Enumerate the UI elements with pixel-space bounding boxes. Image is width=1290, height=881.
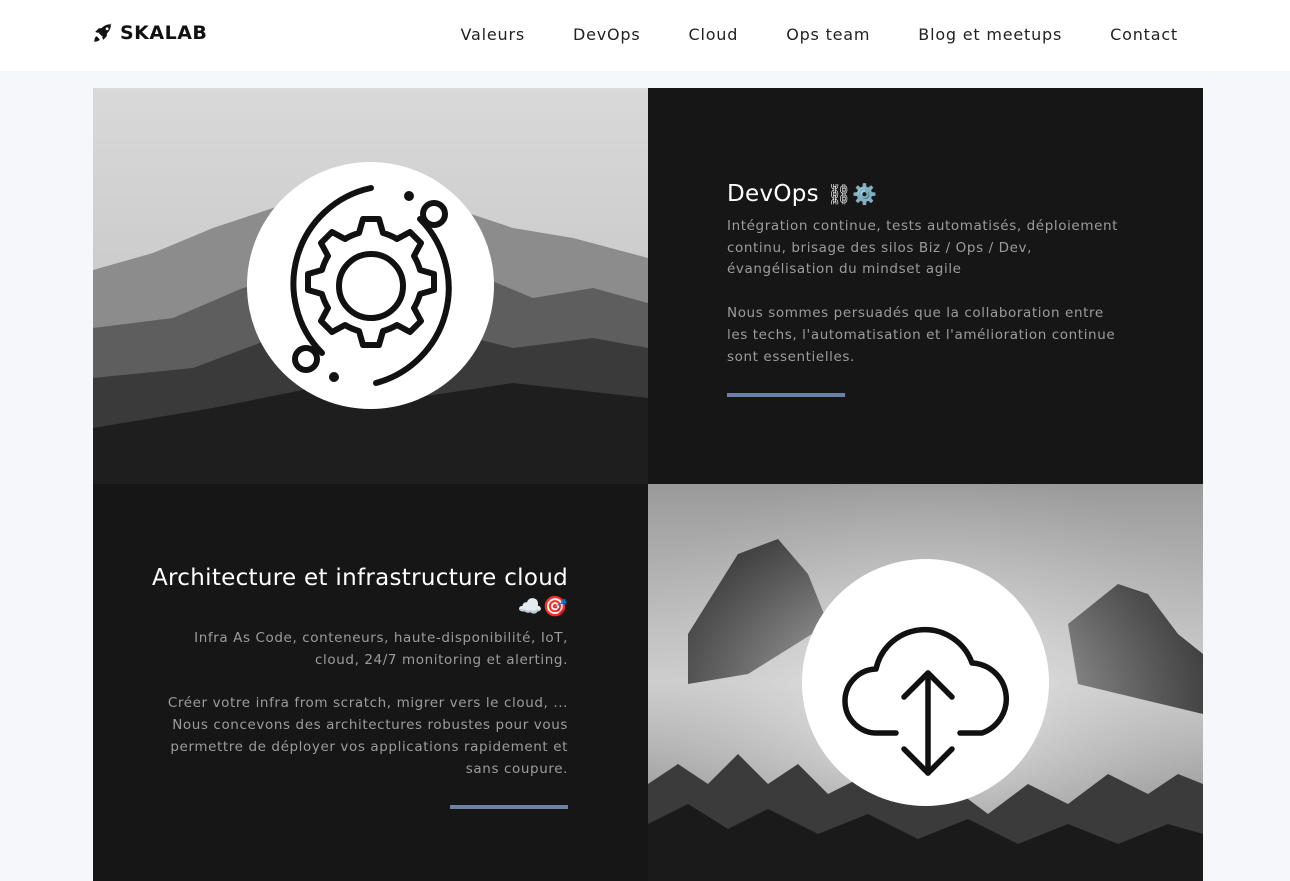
cloud-title: Architecture et infrastructure cloud ☁️🎯 [148,564,568,620]
cloud-description-2: Créer votre infra from scratch, migrer v… [167,695,568,777]
main-nav: Valeurs DevOps Cloud Ops team Blog et me… [413,24,1178,46]
brand-name: SKALAB [120,22,208,44]
nav-item-blog-meetups[interactable]: Blog et meetups [918,24,1062,46]
nav-item-cloud[interactable]: Cloud [689,24,739,46]
nav-item-devops[interactable]: DevOps [573,24,641,46]
cloud-content: Architecture et infrastructure cloud ☁️🎯… [148,564,568,810]
services-grid: DevOps ⛓⚙️ Intégration continue, tests a… [93,88,1203,881]
devops-image-panel [93,88,648,484]
nav-item-valeurs[interactable]: Valeurs [461,24,525,46]
cloud-transfer-icon [841,626,1009,776]
devops-title-emoji: ⛓⚙️ [826,182,878,206]
nav-item-ops-team[interactable]: Ops team [786,24,870,46]
top-navbar: SKALAB Valeurs DevOps Cloud Ops team Blo… [0,0,1290,71]
devops-title-text: DevOps [727,181,819,207]
gear-orbit-icon [290,184,452,386]
brand-logo-link[interactable]: SKALAB [92,22,207,44]
devops-text-panel: DevOps ⛓⚙️ Intégration continue, tests a… [648,88,1203,484]
devops-description-1: Intégration continue, tests automatisés,… [727,218,1119,278]
devops-icon-circle [247,162,494,409]
devops-content: DevOps ⛓⚙️ Intégration continue, tests a… [727,180,1127,398]
rocket-icon [94,23,112,42]
nav-item-contact[interactable]: Contact [1110,24,1178,46]
cloud-title-emoji: ☁️🎯 [517,594,568,618]
devops-description-2: Nous sommes persuadés que la collaborati… [727,305,1116,365]
cloud-description-1: Infra As Code, conteneurs, haute-disponi… [194,630,568,668]
cloud-icon-circle [802,559,1049,806]
accent-bar [450,805,568,810]
accent-bar [727,393,845,398]
cloud-title-text: Architecture et infrastructure cloud [152,565,568,591]
devops-title: DevOps ⛓⚙️ [727,180,1127,208]
cloud-text-panel: Architecture et infrastructure cloud ☁️🎯… [93,484,648,881]
cloud-image-panel [648,484,1203,881]
